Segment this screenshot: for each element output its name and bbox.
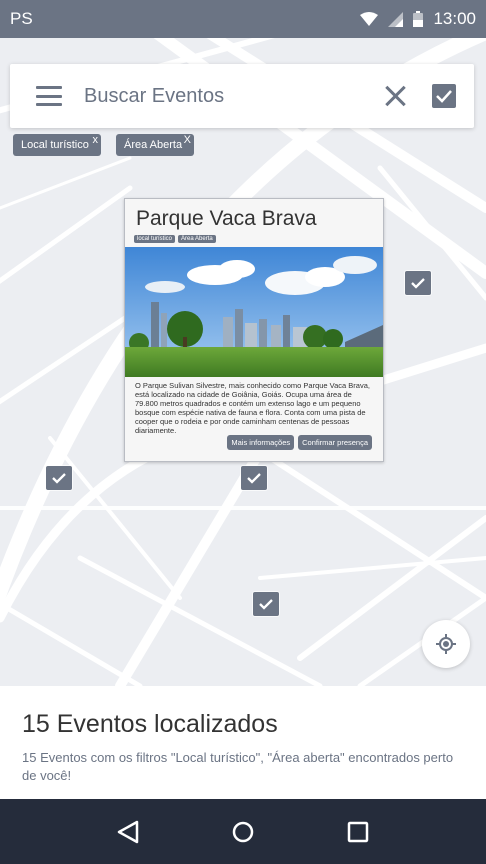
clock: 13:00: [433, 9, 476, 28]
event-tag: local turístico: [134, 235, 176, 243]
chip-close-icon[interactable]: x: [93, 134, 99, 146]
event-marker[interactable]: [46, 466, 72, 490]
event-marker[interactable]: [405, 271, 431, 295]
back-button[interactable]: [113, 817, 143, 847]
event-marker[interactable]: [241, 466, 267, 490]
home-button[interactable]: [228, 817, 258, 847]
results-title: 15 Eventos localizados: [22, 710, 278, 738]
my-location-icon: [436, 634, 456, 654]
filter-chip-label: Local turístico: [21, 139, 89, 151]
close-icon[interactable]: [384, 85, 406, 107]
carrier-label: PS: [10, 9, 33, 28]
back-icon: [117, 820, 138, 843]
checkbox-icon[interactable]: [432, 84, 456, 108]
menu-icon[interactable]: [36, 86, 62, 106]
event-popup: Parque Vaca Brava local turístico Área A…: [124, 198, 384, 462]
chip-close-icon[interactable]: X: [184, 134, 191, 146]
filter-chip-area-aberta: Área Aberta X: [116, 134, 194, 156]
results-panel: 15 Eventos localizados 15 Eventos com os…: [0, 686, 486, 799]
wifi-icon: [360, 12, 379, 26]
event-photo: [125, 247, 383, 377]
confirm-presence-button[interactable]: Confirmar presença: [298, 435, 372, 450]
status-icons: 13:00: [360, 9, 476, 29]
filter-chip-label: Área Aberta: [124, 139, 183, 151]
filter-chip-local-turistico: Local turístico x: [13, 134, 101, 156]
signal-icon: [388, 11, 404, 27]
event-marker[interactable]: [253, 592, 279, 616]
filter-chips: Local turístico x Área Aberta X: [13, 134, 194, 156]
event-tag: Área Aberta: [178, 235, 216, 243]
my-location-button[interactable]: [422, 620, 470, 668]
recents-icon: [348, 821, 369, 842]
recents-button[interactable]: [343, 817, 373, 847]
event-description: O Parque Sulivan Silvestre, mais conheci…: [135, 381, 370, 435]
results-description: 15 Eventos com os filtros "Local turísti…: [22, 750, 454, 783]
battery-icon: [413, 11, 424, 27]
status-bar: PS 13:00: [0, 0, 486, 38]
more-info-button[interactable]: Mais informações: [227, 435, 295, 450]
search-bar: [10, 64, 474, 128]
home-icon: [232, 821, 254, 842]
event-tags: local turístico Área Aberta: [134, 235, 383, 243]
event-title: Parque Vaca Brava: [136, 207, 317, 230]
search-input[interactable]: [84, 84, 384, 108]
navigation-bar: [0, 799, 486, 864]
